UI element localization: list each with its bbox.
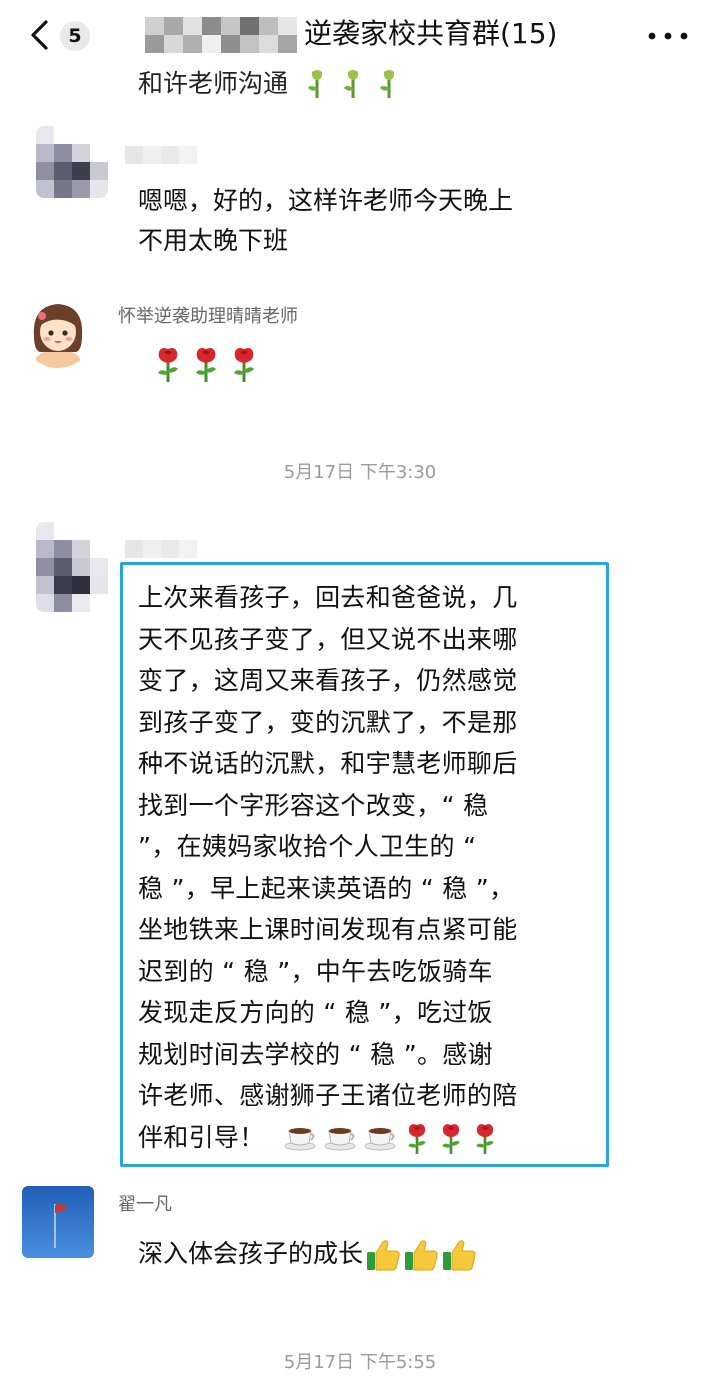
thumbs-up-icon (405, 1240, 438, 1271)
blur-tile (202, 17, 221, 35)
thumbs-up-icon (443, 1240, 476, 1271)
message-line: 嗯嗯，好的，这样许老师今天晚上 (138, 186, 514, 215)
blur-tile (183, 17, 202, 35)
unread-count-badge[interactable]: 5 (60, 21, 90, 51)
blur-tile (145, 17, 164, 35)
blur-tile (240, 17, 259, 35)
message-line: 上次来看孩子，回去和爸爸说，几 (138, 583, 518, 612)
blur-tile (259, 35, 278, 53)
wilted-rose-icon (307, 70, 323, 98)
blurred-sender-name (125, 540, 197, 558)
message-line: 深入体会孩子的成长 (138, 1239, 364, 1268)
message-line: 迟到的 “ 稳 ”，中午去吃饭骑车 (138, 956, 493, 986)
more-options-icon[interactable] (648, 32, 688, 40)
blur-tile (221, 35, 240, 53)
rose-emoji-row (152, 346, 260, 384)
message-line: 坐地铁来上课时间发现有点紧可能 (138, 915, 518, 944)
blur-tile (164, 35, 183, 53)
message-line: 许老师、感谢狮子王诸位老师的陪 (138, 1081, 518, 1110)
coffee-icon (284, 1127, 316, 1150)
partial-message-text: 和许老师沟通 (138, 69, 289, 98)
avatar-blurred[interactable] (36, 126, 108, 198)
message-text: 深入体会孩子的成长 (138, 1234, 477, 1274)
wilted-rose-icon (343, 70, 359, 98)
message-line: 稳 ”，早上起来读英语的 “ 稳 ”， (138, 873, 515, 903)
blur-tile (145, 35, 164, 53)
message-line: 不用太晚下班 (138, 226, 289, 255)
long-message-text: 上次来看孩子，回去和爸爸说，几 天不见孩子变了，但又说不出来哪 变了，这周又来看… (138, 577, 593, 1158)
message-line: 变了，这周又来看孩子，仍然感觉 (138, 666, 518, 695)
blur-tile (183, 35, 202, 53)
message-text: 嗯嗯，好的，这样许老师今天晚上 不用太晚下班 (138, 181, 513, 261)
blur-tile (278, 17, 297, 35)
avatar-teacher-cartoon[interactable] (22, 296, 94, 368)
message-line: 发现走反方向的 “ 稳 ”，吃过饭 (138, 998, 493, 1027)
thumbs-up-icon (367, 1240, 400, 1271)
blur-tile (202, 35, 221, 53)
rose-icon (408, 1123, 426, 1154)
message-line: 规划时间去学校的 “ 稳 ”。感谢 (138, 1039, 493, 1069)
sender-name: 怀举逆袭助理晴晴老师 (118, 306, 298, 327)
group-title[interactable]: 逆袭家校共育群(15) (304, 14, 557, 54)
message-line: 找到一个字形容这个改变，“ 稳 (138, 790, 489, 820)
timestamp: 5月17日 下午5:55 (283, 1352, 437, 1373)
cartoon-girl-icon (22, 296, 94, 368)
message-line: 到孩子变了，变的沉默了，不是那 (138, 707, 518, 737)
avatar-blurred[interactable] (36, 522, 108, 612)
flag-photo-icon (22, 1186, 94, 1258)
coffee-icon (324, 1127, 356, 1150)
blurred-sender-name (125, 146, 197, 164)
wilted-rose-icon (379, 70, 395, 98)
back-arrow-icon[interactable] (26, 18, 56, 52)
message-line: 天不见孩子变了，但又说不出来哪 (138, 624, 518, 654)
rose-icon (476, 1123, 494, 1154)
avatar-flag-sky[interactable] (22, 1186, 94, 1258)
rose-icon (234, 348, 254, 382)
blur-tile (278, 35, 297, 53)
message-line-last: 伴和引导！ (138, 1117, 593, 1159)
coffee-icon (364, 1127, 396, 1150)
message-line: ”，在姨妈家收拾个人卫生的 “ (138, 832, 477, 861)
message-line: 种不说话的沉默，和宇慧老师聊后 (138, 749, 518, 778)
message-line: 伴和引导！ (138, 1122, 265, 1152)
rose-icon (442, 1123, 460, 1154)
blur-tile (240, 35, 259, 53)
partial-previous-message: 和许老师沟通 (138, 58, 538, 98)
blurred-group-prefix (145, 17, 300, 53)
timestamp: 5月17日 下午3:30 (283, 462, 437, 483)
rose-icon (196, 348, 216, 382)
blur-tile (164, 17, 183, 35)
sender-name: 翟一凡 (118, 1194, 172, 1215)
blur-tile (221, 17, 240, 35)
blur-tile (259, 17, 278, 35)
rose-icon (158, 348, 178, 382)
